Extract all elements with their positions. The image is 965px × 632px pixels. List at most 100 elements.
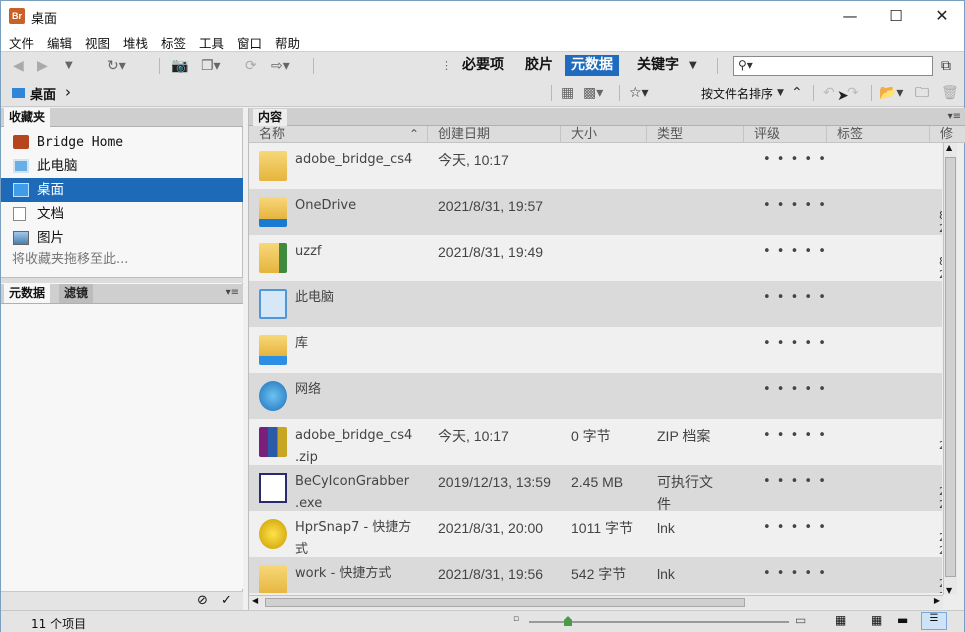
menu-window[interactable]: 窗口 xyxy=(237,33,262,52)
view-list-icon[interactable]: ☰ xyxy=(921,612,947,630)
breadcrumb-desktop[interactable]: 桌面 xyxy=(30,84,56,103)
file-rating[interactable]: • • • • • xyxy=(763,333,833,355)
file-rating[interactable]: • • • • • xyxy=(763,425,833,447)
scroll-down-icon[interactable]: ▼ xyxy=(946,586,952,595)
favorite-documents[interactable]: 文档 xyxy=(1,202,243,226)
refine-icon[interactable]: ❐▾ xyxy=(201,57,221,75)
file-rating[interactable]: • • • • • xyxy=(763,379,833,401)
menu-stacks[interactable]: 堆栈 xyxy=(123,33,148,52)
sort-dropdown-icon[interactable]: ▼ xyxy=(777,84,784,102)
favorite-pictures[interactable]: 图片 xyxy=(1,226,243,250)
column-name[interactable]: 名称 ⌃ xyxy=(249,126,428,143)
vertical-scrollbar[interactable]: ▲ ▼ xyxy=(943,143,957,595)
panel-menu-icon[interactable]: ▾≡ xyxy=(226,287,239,298)
menu-tools[interactable]: 工具 xyxy=(199,33,224,52)
favorite-label: Bridge Home xyxy=(37,135,124,150)
delete-icon[interactable]: 🗑 xyxy=(941,84,959,102)
column-label-tag[interactable]: 标签 xyxy=(827,126,930,143)
open-recent-folder-icon[interactable]: 📂▾ xyxy=(879,84,903,102)
rotate-left-icon[interactable]: ↶ xyxy=(823,84,835,102)
sort-ascending-icon[interactable]: ⌃ xyxy=(791,84,803,102)
compact-mode-icon[interactable]: ⧉ xyxy=(941,57,951,75)
thumbnail-size-slider-knob[interactable] xyxy=(564,616,572,626)
workspace-dropdown-icon[interactable]: ▼ xyxy=(689,57,697,75)
workspace-filmstrip[interactable]: 胶片 xyxy=(519,55,559,76)
horizontal-scroll-thumb[interactable] xyxy=(265,598,745,607)
favorite-bridge-home[interactable]: Bridge Home xyxy=(1,130,243,154)
output-icon[interactable]: ⇨▾ xyxy=(271,57,290,75)
file-created-date: 2021/8/31, 20:00 xyxy=(438,520,544,536)
file-rating[interactable]: • • • • • xyxy=(763,195,833,217)
tab-content[interactable]: 内容 xyxy=(253,109,288,126)
column-size[interactable]: 大小 xyxy=(561,126,647,143)
file-rating[interactable]: • • • • • xyxy=(763,149,833,171)
file-row[interactable]: uzzf 2021/8/31, 19:49 • • • • • 8 2 xyxy=(249,235,942,281)
file-row[interactable]: work - 快捷方式 2021/8/31, 19:56 542 字节 lnk • • … xyxy=(249,557,942,593)
vertical-scroll-thumb[interactable] xyxy=(945,157,956,577)
view-details-icon[interactable]: ▬ xyxy=(897,613,908,627)
file-rating[interactable]: • • • • • xyxy=(763,563,833,585)
tab-favorites[interactable]: 收藏夹 xyxy=(4,108,51,127)
back-icon[interactable]: ◀ xyxy=(13,57,24,75)
panel-menu-icon[interactable]: ▾≡ xyxy=(948,111,961,122)
workspace-metadata[interactable]: 元数据 xyxy=(565,55,619,76)
file-row[interactable]: 网络 • • • • • xyxy=(249,373,942,419)
scroll-right-icon[interactable]: ▶ xyxy=(934,596,940,605)
menu-file[interactable]: 文件 xyxy=(9,33,34,52)
file-row[interactable]: adobe_bridge_cs4 .zip 今天, 10:17 0 字节 ZIP 档案… xyxy=(249,419,942,465)
menu-help[interactable]: 帮助 xyxy=(275,33,300,52)
filter-rating-icon[interactable]: ☆▾ xyxy=(629,84,649,102)
tab-metadata[interactable]: 元数据 xyxy=(4,284,51,303)
favorite-desktop[interactable]: 桌面 xyxy=(1,178,243,202)
column-type[interactable]: 类型 xyxy=(647,126,744,143)
keep-filter-icon[interactable]: ✓ xyxy=(221,593,232,608)
zoom-in-icon[interactable]: ▭ xyxy=(795,613,806,627)
file-rating[interactable]: • • • • • xyxy=(763,471,833,493)
forward-icon[interactable]: ▶ xyxy=(37,57,48,75)
reveal-recent-icon[interactable]: ↻▾ xyxy=(107,57,126,75)
horizontal-scrollbar[interactable]: ◀ ▶ xyxy=(249,595,943,609)
view-thumbnails-icon[interactable]: ▦ xyxy=(871,613,882,627)
sort-by-filename[interactable]: 按文件名排序 xyxy=(701,85,773,102)
favorite-this-pc[interactable]: 此电脑 xyxy=(1,154,243,178)
desktop-icon xyxy=(13,183,29,197)
column-created-date[interactable]: 创建日期 xyxy=(428,126,561,143)
file-rating[interactable]: • • • • • xyxy=(763,517,833,539)
file-rating[interactable]: • • • • • xyxy=(763,287,833,309)
scroll-up-icon[interactable]: ▲ xyxy=(946,143,952,152)
breadcrumb-chevron-icon[interactable]: › xyxy=(65,83,71,101)
file-row[interactable]: 库 • • • • • xyxy=(249,327,942,373)
panel-resize-handle[interactable] xyxy=(1,277,243,283)
close-button[interactable]: ✕ xyxy=(919,1,965,31)
get-photos-icon[interactable]: 📷 xyxy=(171,57,188,75)
user-folder-icon xyxy=(259,243,287,273)
file-rating[interactable]: • • • • • xyxy=(763,241,833,263)
tab-filter[interactable]: 滤镜 xyxy=(59,284,94,303)
new-folder-icon[interactable]: 🗀 xyxy=(915,84,929,102)
column-rating[interactable]: 评级 xyxy=(744,126,827,143)
minimize-button[interactable]: — xyxy=(827,1,873,31)
search-box[interactable]: ⚲▾ xyxy=(733,56,933,76)
clear-filter-icon[interactable]: ⊘ xyxy=(197,593,208,608)
thumbnail-quality-icon[interactable]: ▦ xyxy=(561,84,574,102)
file-row[interactable]: OneDrive 2021/8/31, 19:57 • • • • • 8 2 xyxy=(249,189,942,235)
menu-label[interactable]: 标签 xyxy=(161,33,186,52)
file-row[interactable]: 此电脑 • • • • • xyxy=(249,281,942,327)
search-input[interactable] xyxy=(756,58,928,74)
grid-lock-icon[interactable]: ▦ xyxy=(835,613,846,627)
zoom-out-icon[interactable]: ▫ xyxy=(513,614,519,624)
workspace-keywords[interactable]: 关键字 xyxy=(631,55,685,76)
workspace-essentials[interactable]: 必要项 xyxy=(456,55,510,76)
menu-view[interactable]: 视图 xyxy=(85,33,110,52)
file-row[interactable]: BeCyIconGrabber .exe 2019/12/13, 13:59 2.4… xyxy=(249,465,942,512)
file-row[interactable]: adobe_bridge_cs4 今天, 10:17 • • • • • xyxy=(249,143,942,189)
recent-dropdown-icon[interactable]: ▼ xyxy=(65,57,73,75)
column-modified[interactable]: 修 xyxy=(930,126,965,143)
favorite-label: 文档 xyxy=(37,206,64,222)
maximize-button[interactable]: ☐ xyxy=(873,1,919,31)
open-in-camera-raw-icon[interactable]: ⟳ xyxy=(245,57,257,75)
view-options-icon[interactable]: ▩▾ xyxy=(583,84,603,102)
file-row[interactable]: HprSnap7 - 快捷方 式 2021/8/31, 20:00 1011 字节 l… xyxy=(249,511,942,557)
scroll-left-icon[interactable]: ◀ xyxy=(252,596,258,605)
menu-edit[interactable]: 编辑 xyxy=(47,33,72,52)
